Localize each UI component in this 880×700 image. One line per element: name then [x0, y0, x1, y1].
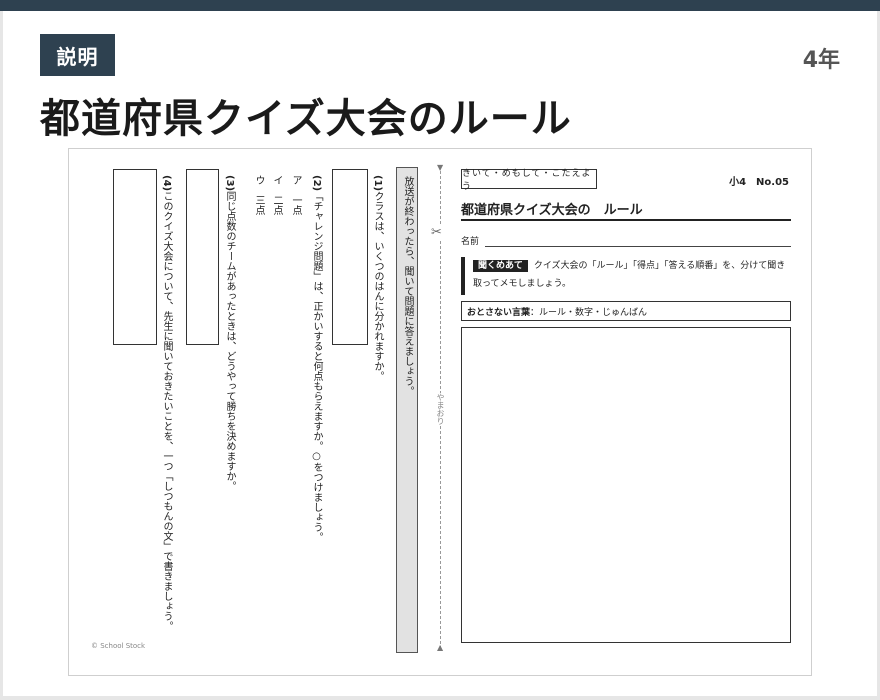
category-badge: 説明	[40, 34, 115, 76]
option-i: イ 二点	[271, 175, 282, 215]
fold-label: やまおり	[435, 393, 446, 425]
answer-box-4[interactable]	[113, 169, 157, 345]
question-1-number: (1)	[372, 175, 383, 192]
keywords-box: おとさない言葉 ：ルール・数字・じゅんばん	[461, 301, 791, 321]
worksheet: (4)このクイズ大会について、先生に聞いておきたいことを、一つ「しつもんの文」で…	[68, 148, 812, 676]
option-a: ア 一点	[290, 175, 301, 215]
instruction-text: 放送が終わったら、聞いて問題に答えましょう。	[402, 176, 413, 396]
grade-label: 4年	[802, 48, 840, 73]
question-2-text: 「チャレンジ問題」は、正かいすると何点もらえますか。○をつけましょう。	[311, 191, 322, 543]
option-u: ウ 三点	[253, 175, 264, 215]
keywords-label: おとさない言葉	[467, 307, 531, 318]
answer-box-3[interactable]	[186, 169, 219, 345]
fold-arrow-up-icon: ▼	[437, 163, 444, 172]
page-title: 都道府県クイズ大会のルール	[40, 96, 572, 142]
question-2-number: (2)	[311, 175, 322, 192]
sub-tag: きいて・めもして・こたえよう	[461, 169, 597, 192]
memo-area[interactable]	[461, 327, 791, 643]
keywords-text: ：ルール・数字・じゅんばん	[530, 307, 648, 318]
name-field[interactable]	[485, 246, 791, 247]
question-3-text: 同じ点数のチームがあったときは、どうやって勝ちを決めますか。	[224, 191, 235, 492]
question-1-text: クラスは、いくつのはんに分かれますか。	[372, 191, 383, 382]
sheet-number: 小4 No.05	[729, 177, 789, 188]
title-rule	[461, 219, 791, 221]
question-4-number: (4)	[161, 175, 172, 192]
answer-box-1[interactable]	[332, 169, 368, 345]
question-3-number: (3)	[224, 175, 235, 192]
question-3: (3)同じ点数のチームがあったときは、どうやって勝ちを決めますか。	[222, 175, 236, 645]
question-4-text: このクイズ大会について、先生に聞いておきたいことを、一つ「しつもんの文」で書きま…	[161, 191, 172, 632]
scissors-icon: ✂	[431, 225, 442, 240]
listening-goal: 聞くめあて クイズ大会の「ルール」「得点」「答える順番」を、分けて聞き取ってメモし…	[461, 257, 791, 295]
name-label: 名前	[461, 237, 480, 247]
fold-arrow-down-icon: ▲	[437, 643, 444, 652]
top-bar	[0, 0, 880, 11]
sheet-title: 都道府県クイズ大会の ルール	[461, 203, 643, 218]
listening-goal-tag: 聞くめあて	[473, 260, 528, 272]
instruction-strip: 放送が終わったら、聞いて問題に答えましょう。	[396, 167, 418, 653]
frame-left	[0, 11, 3, 700]
question-4: (4)このクイズ大会について、先生に聞いておきたいことを、一つ「しつもんの文」で…	[159, 175, 173, 645]
question-1: (1)クラスは、いくつのはんに分かれますか。	[370, 175, 384, 645]
copyright: © School Stock	[91, 642, 146, 650]
frame-bottom	[0, 696, 880, 700]
question-2: (2)「チャレンジ問題」は、正かいすると何点もらえますか。○をつけましょう。	[309, 175, 323, 645]
